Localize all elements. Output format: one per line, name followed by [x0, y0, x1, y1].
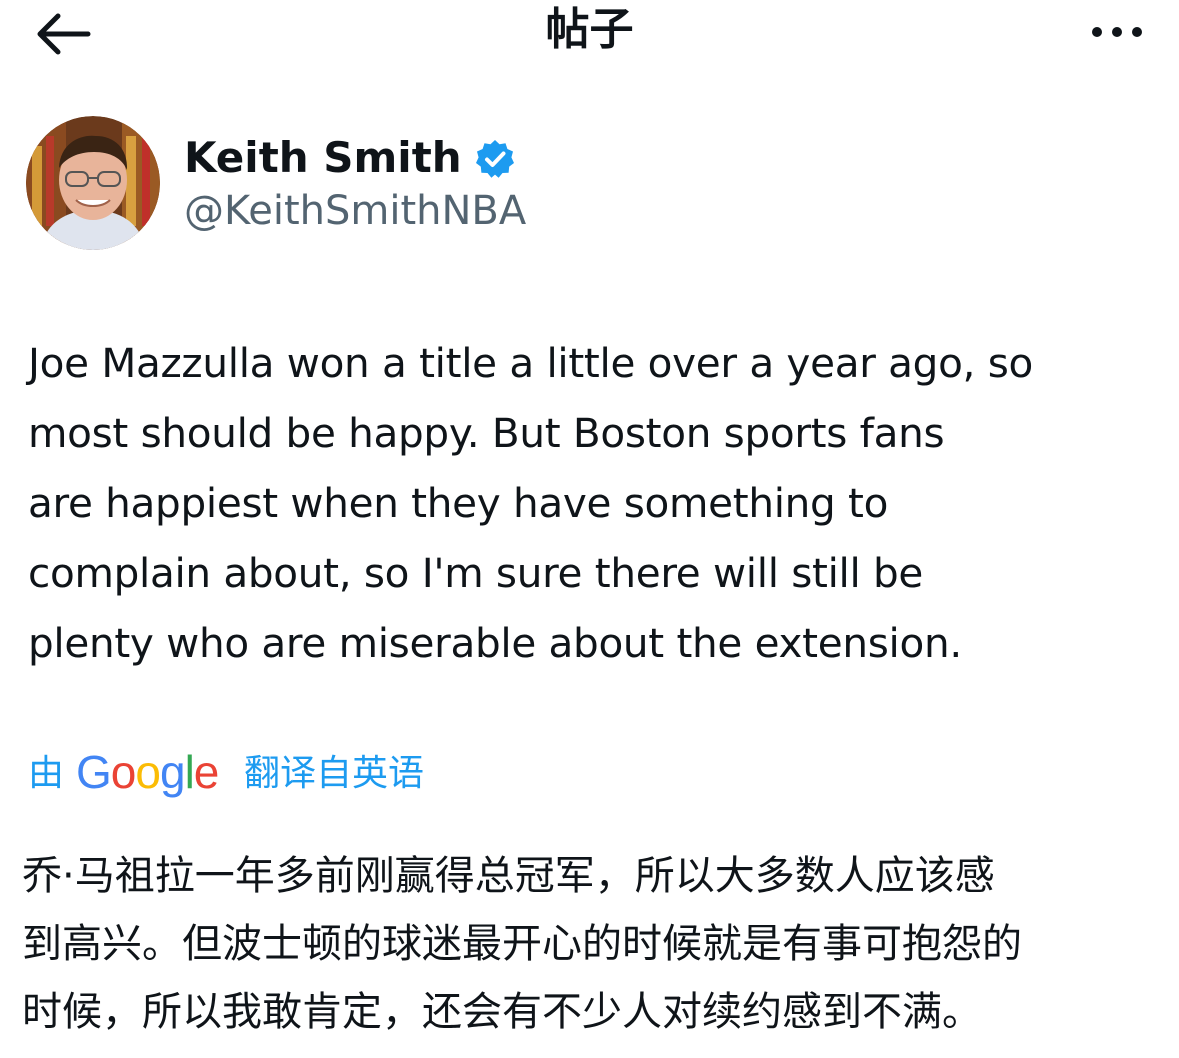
tweet-line: complain about, so I'm sure there will s…	[28, 549, 924, 597]
avatar[interactable]	[26, 116, 160, 250]
translated-line: 到高兴。但波士顿的球迷最开心的时候就是有事可抱怨的	[22, 921, 1022, 967]
tweet-line: most should be happy. But Boston sports …	[28, 409, 945, 457]
author-display-name[interactable]: Keith Smith	[184, 132, 462, 184]
more-horizontal-icon	[1092, 27, 1142, 37]
tweet-line: plenty who are miserable about the exten…	[28, 619, 962, 667]
top-navigation-bar: 帖子	[0, 0, 1179, 70]
tweet-body: Joe Mazzulla won a title a little over a…	[28, 328, 1158, 678]
translation-suffix: 翻译自英语	[244, 753, 425, 794]
translated-line: 时候，所以我敢肯定，还会有不少人对续约感到不满。	[22, 989, 982, 1035]
tweet-line: are happiest when they have something to	[28, 479, 889, 527]
page-title: 帖子	[545, 4, 634, 55]
author-handle[interactable]: @KeithSmithNBA	[184, 186, 526, 236]
translation-attribution-link[interactable]: 由 Google 翻译自英语	[28, 746, 728, 802]
more-options-button[interactable]	[1085, 12, 1149, 52]
profile-photo	[26, 116, 160, 250]
google-logo: Google	[76, 746, 219, 798]
translated-tweet-body: 乔·马祖拉一年多前刚赢得总冠军，所以大多数人应该感 到高兴。但波士顿的球迷最开心…	[22, 842, 1162, 1046]
tweet-author: Keith Smith @KeithSmithNBA	[26, 116, 1146, 252]
verified-badge-icon	[474, 138, 516, 180]
translation-prefix: 由	[28, 753, 65, 794]
translated-line: 乔·马祖拉一年多前刚赢得总冠军，所以大多数人应该感	[22, 853, 995, 899]
tweet-line: Joe Mazzulla won a title a little over a…	[28, 339, 1033, 387]
